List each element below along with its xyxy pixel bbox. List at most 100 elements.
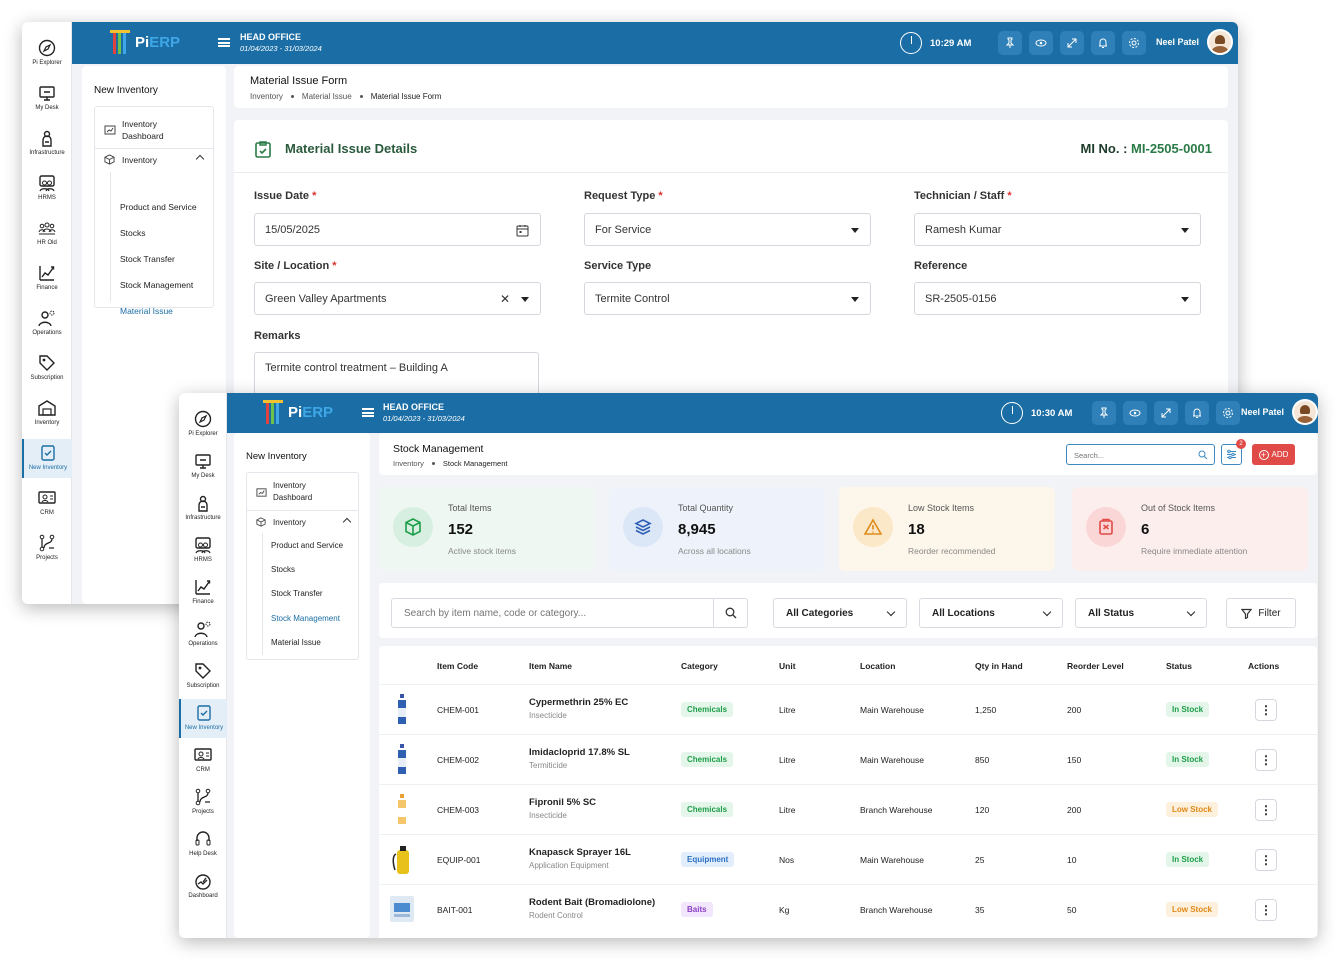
table-row[interactable]: CHEM-003 Fipronil 5% SC Insecticide Chemica… <box>379 784 1317 834</box>
rail-item-new-inventory[interactable]: New Inventory <box>22 439 72 478</box>
page-search[interactable] <box>1066 444 1215 465</box>
notifications-button[interactable] <box>1091 31 1115 55</box>
rail-item-infrastructure[interactable]: Infrastructure <box>22 128 72 157</box>
stat-value: 152 <box>448 521 474 538</box>
rail-item-pi-explorer[interactable]: Pi Explorer <box>179 409 227 438</box>
subnav-dashboard[interactable]: Inventory Dashboard <box>104 118 209 142</box>
settings-button[interactable] <box>1216 401 1240 425</box>
rail-item-inventory[interactable]: Inventory <box>22 398 72 427</box>
avatar <box>1292 399 1318 425</box>
column-header[interactable]: Qty in Hand <box>975 661 1023 671</box>
view-button[interactable] <box>1123 401 1147 425</box>
column-header[interactable]: Unit <box>779 661 796 671</box>
rail-item-operations[interactable]: Operations <box>179 619 227 648</box>
pierp-logo[interactable]: PiERP <box>108 28 180 56</box>
rail-item-operations[interactable]: Operations <box>22 308 72 337</box>
pin-button[interactable] <box>998 31 1022 55</box>
service-type-select[interactable]: Termite Control <box>584 282 871 315</box>
subnav-dashboard[interactable]: Inventory Dashboard <box>256 480 356 504</box>
office-selector[interactable]: HEAD OFFICE 01/04/2023 - 31/03/2024 <box>240 32 322 53</box>
rail-item-my-desk[interactable]: My Desk <box>179 451 227 480</box>
rail-item-infrastructure[interactable]: Infrastructure <box>179 493 227 522</box>
subnav-item-stocks[interactable]: Stocks <box>120 228 146 238</box>
rail-item-projects[interactable]: Projects <box>22 533 72 562</box>
subnav-item-product[interactable]: Product and Service <box>271 541 343 550</box>
rail-item-projects[interactable]: Projects <box>179 787 227 816</box>
category-filter[interactable]: All Categories <box>773 598 907 628</box>
filter-button[interactable]: Filter <box>1226 598 1296 628</box>
subnav-item-stocks[interactable]: Stocks <box>271 565 295 574</box>
reference-select[interactable]: SR-2505-0156 <box>914 282 1201 315</box>
subnav-item-material-issue[interactable]: Material Issue <box>271 638 321 647</box>
office-selector[interactable]: HEAD OFFICE 01/04/2023 - 31/03/2024 <box>383 402 465 423</box>
rail-item-my-desk[interactable]: My Desk <box>22 83 72 112</box>
pin-button[interactable] <box>1092 401 1116 425</box>
row-actions-button[interactable]: ⋮ <box>1255 899 1277 921</box>
subnav-item-stock-transfer[interactable]: Stock Transfer <box>271 589 323 598</box>
column-header[interactable]: Category <box>681 661 718 671</box>
item-search[interactable] <box>391 598 748 628</box>
fullscreen-button[interactable] <box>1154 401 1178 425</box>
technician-select[interactable]: Ramesh Kumar <box>914 213 1201 246</box>
row-actions-button[interactable]: ⋮ <box>1255 849 1277 871</box>
subnav-item-material-issue[interactable]: Material Issue <box>120 306 173 316</box>
location-filter[interactable]: All Locations <box>919 598 1063 628</box>
table-row[interactable]: EQUIP-001 Knapasck Sprayer 16L Application… <box>379 834 1317 884</box>
subnav-item-stock-management[interactable]: Stock Management <box>271 614 340 623</box>
menu-toggle-button[interactable] <box>218 38 230 47</box>
notifications-button[interactable] <box>1185 401 1209 425</box>
breadcrumb-material-issue[interactable]: Material Issue <box>302 92 352 101</box>
table-row[interactable]: CHEM-001 Cypermethrin 25% EC Insecticide Ch… <box>379 684 1317 734</box>
settings-button[interactable] <box>1122 31 1146 55</box>
subnav-item-product[interactable]: Product and Service <box>120 202 197 212</box>
breadcrumb-inventory[interactable]: Inventory <box>393 459 424 468</box>
clear-icon[interactable]: ✕ <box>500 292 510 306</box>
rail-item-dashboard[interactable]: Dashboard <box>179 871 227 900</box>
view-button[interactable] <box>1029 31 1053 55</box>
breadcrumb-inventory[interactable]: Inventory <box>250 92 283 101</box>
column-header[interactable]: Item Name <box>529 661 572 671</box>
table-row[interactable]: BAIT-001 Rodent Bait (Bromadiolone) Rodent… <box>379 884 1317 934</box>
page-search-input[interactable] <box>1067 446 1187 465</box>
item-search-input[interactable] <box>392 599 712 627</box>
user-menu[interactable]: Neel Patel <box>1156 29 1234 55</box>
site-select[interactable]: Green Valley Apartments ✕ <box>254 282 541 315</box>
user-menu[interactable]: Neel Patel <box>1241 399 1318 425</box>
row-actions-button[interactable]: ⋮ <box>1255 699 1277 721</box>
table-row[interactable]: CHEM-002 Imidacloprid 17.8% SL Termiticide… <box>379 734 1317 784</box>
rail-item-new-inventory[interactable]: New Inventory <box>179 699 227 738</box>
rail-item-subscription[interactable]: Subscription <box>179 661 227 690</box>
rail-item-subscription[interactable]: Subscription <box>22 353 72 382</box>
subnav-group-inventory[interactable]: Inventory <box>256 517 354 527</box>
rail-item-hr-old[interactable]: HR Old <box>22 218 72 247</box>
search-button[interactable] <box>713 599 747 627</box>
pierp-logo[interactable]: PiERP <box>261 398 333 426</box>
filter-settings-button[interactable]: 2 <box>1221 439 1246 465</box>
fullscreen-button[interactable] <box>1060 31 1084 55</box>
subnav-item-stock-management[interactable]: Stock Management <box>120 280 193 290</box>
rail-item-finance[interactable]: Finance <box>179 577 227 606</box>
rail-item-help-desk[interactable]: Help Desk <box>179 829 227 858</box>
issue-date-field[interactable]: 15/05/2025 <box>254 213 541 246</box>
rail-item-pi-explorer[interactable]: Pi Explorer <box>22 38 72 67</box>
row-actions-button[interactable]: ⋮ <box>1255 749 1277 771</box>
rail-item-crm[interactable]: CRM <box>22 488 72 517</box>
rail-item-crm[interactable]: CRM <box>179 745 227 774</box>
subnav-group-inventory[interactable]: Inventory <box>104 154 209 165</box>
page-title: Stock Management <box>393 443 484 455</box>
request-type-select[interactable]: For Service <box>584 213 871 246</box>
rail-item-hrms[interactable]: HRMS <box>179 535 227 564</box>
column-header[interactable]: Location <box>860 661 895 671</box>
column-header[interactable]: Status <box>1166 661 1192 671</box>
menu-toggle-button[interactable] <box>362 408 374 417</box>
column-header[interactable]: Reorder Level <box>1067 661 1124 671</box>
rail-item-hrms[interactable]: HRMS <box>22 173 72 202</box>
subnav-item-stock-transfer[interactable]: Stock Transfer <box>120 254 175 264</box>
issue-date-label: Issue Date * <box>254 190 317 202</box>
column-header[interactable]: Item Code <box>437 661 478 671</box>
calendar-icon[interactable] <box>516 224 529 237</box>
status-filter[interactable]: All Status <box>1075 598 1207 628</box>
rail-item-finance[interactable]: Finance <box>22 263 72 292</box>
add-button[interactable]: + ADD <box>1252 444 1295 465</box>
row-actions-button[interactable]: ⋮ <box>1255 799 1277 821</box>
